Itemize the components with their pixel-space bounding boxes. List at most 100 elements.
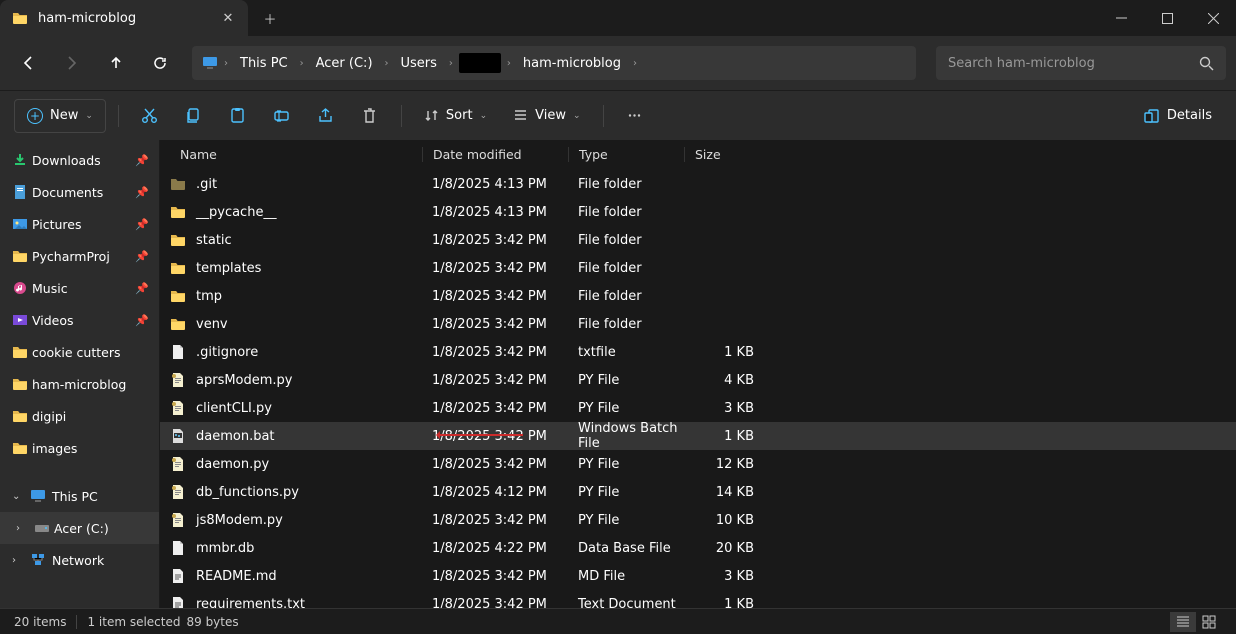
file-date: 1/8/2025 3:42 PM <box>422 317 568 332</box>
file-row[interactable]: db_functions.py 1/8/2025 4:12 PM PY File… <box>160 478 1236 506</box>
sort-button[interactable]: Sort ⌄ <box>414 99 497 133</box>
maximize-button[interactable] <box>1144 0 1190 36</box>
crumb-redacted[interactable] <box>459 53 501 73</box>
file-size: 12 KB <box>684 457 764 472</box>
file-name: .git <box>196 177 217 192</box>
file-date: 1/8/2025 3:42 PM <box>422 569 568 584</box>
sidebar-item[interactable]: ham-microblog <box>0 368 159 400</box>
sidebar-item[interactable]: cookie cutters <box>0 336 159 368</box>
more-button[interactable] <box>616 99 654 133</box>
txt-icon <box>170 568 186 584</box>
folder-dim-icon <box>170 176 186 192</box>
details-button[interactable]: Details <box>1133 102 1222 130</box>
file-row[interactable]: daemon.bat 1/8/2025 3:42 PM Windows Batc… <box>160 422 1236 450</box>
new-button[interactable]: + New ⌄ <box>14 99 106 133</box>
crumb-thispc[interactable]: This PC <box>234 52 294 75</box>
file-row[interactable]: clientCLI.py 1/8/2025 3:42 PM PY File 3 … <box>160 394 1236 422</box>
file-row[interactable]: requirements.txt 1/8/2025 3:42 PM Text D… <box>160 590 1236 608</box>
file-row[interactable]: static 1/8/2025 3:42 PM File folder <box>160 226 1236 254</box>
file-size: 20 KB <box>684 541 764 556</box>
folder-icon <box>12 408 28 424</box>
file-row[interactable]: templates 1/8/2025 3:42 PM File folder <box>160 254 1236 282</box>
delete-button[interactable] <box>351 99 389 133</box>
file-row[interactable]: mmbr.db 1/8/2025 4:22 PM Data Base File … <box>160 534 1236 562</box>
pin-icon: 📌 <box>135 314 149 327</box>
sidebar-item[interactable]: images <box>0 432 159 464</box>
file-date: 1/8/2025 3:42 PM <box>422 429 568 444</box>
search-input[interactable] <box>948 56 1199 71</box>
search-icon[interactable] <box>1199 56 1214 71</box>
sidebar-item-label: ham-microblog <box>32 377 126 392</box>
pin-icon: 📌 <box>135 282 149 295</box>
file-row[interactable]: README.md 1/8/2025 3:42 PM MD File 3 KB <box>160 562 1236 590</box>
view-details-toggle[interactable] <box>1170 612 1196 632</box>
breadcrumb[interactable]: › This PC › Acer (C:) › Users › › ham-mi… <box>192 46 916 80</box>
file-size: 1 KB <box>684 597 764 609</box>
sidebar-item[interactable]: Downloads📌 <box>0 144 159 176</box>
forward-button[interactable] <box>54 45 90 81</box>
column-name[interactable]: Name⌃ <box>170 147 422 162</box>
paste-button[interactable] <box>219 99 257 133</box>
folder-icon <box>170 288 186 304</box>
browser-tab[interactable]: ham-microblog ✕ <box>0 0 248 36</box>
sidebar-item[interactable]: PycharmProj📌 <box>0 240 159 272</box>
crumb-current[interactable]: ham-microblog <box>517 52 627 75</box>
file-type: File folder <box>568 261 684 276</box>
new-tab-button[interactable]: ＋ <box>248 0 292 36</box>
sidebar-drive[interactable]: › Acer (C:) <box>0 512 159 544</box>
sidebar-item[interactable]: digipi <box>0 400 159 432</box>
up-button[interactable] <box>98 45 134 81</box>
file-row[interactable]: __pycache__ 1/8/2025 4:13 PM File folder <box>160 198 1236 226</box>
minimize-button[interactable] <box>1098 0 1144 36</box>
file-row[interactable]: daemon.py 1/8/2025 3:42 PM PY File 12 KB <box>160 450 1236 478</box>
file-row[interactable]: .git 1/8/2025 4:13 PM File folder <box>160 170 1236 198</box>
chevron-right-icon[interactable]: › <box>12 555 16 566</box>
view-button[interactable]: View ⌄ <box>503 99 590 133</box>
cut-button[interactable] <box>131 99 169 133</box>
crumb-drive[interactable]: Acer (C:) <box>310 52 379 75</box>
chevron-down-icon: ⌄ <box>573 111 581 121</box>
file-name: daemon.py <box>196 457 269 472</box>
folder-icon <box>170 260 186 276</box>
column-size[interactable]: Size <box>684 147 764 162</box>
file-size: 10 KB <box>684 513 764 528</box>
column-date[interactable]: Date modified <box>422 147 568 162</box>
file-row[interactable]: js8Modem.py 1/8/2025 3:42 PM PY File 10 … <box>160 506 1236 534</box>
folder-icon <box>12 440 28 456</box>
column-type[interactable]: Type <box>568 147 684 162</box>
sidebar-this-pc[interactable]: ⌄ This PC <box>0 480 159 512</box>
copy-button[interactable] <box>175 99 213 133</box>
file-type: File folder <box>568 205 684 220</box>
crumb-users[interactable]: Users <box>395 52 443 75</box>
folder-icon <box>12 344 28 360</box>
sidebar-item[interactable]: Music📌 <box>0 272 159 304</box>
file-row[interactable]: venv 1/8/2025 3:42 PM File folder <box>160 310 1236 338</box>
search-box[interactable] <box>936 46 1226 80</box>
sidebar-network[interactable]: › Network <box>0 544 159 576</box>
rename-button[interactable] <box>263 99 301 133</box>
sidebar-item[interactable]: Pictures📌 <box>0 208 159 240</box>
file-row[interactable]: .gitignore 1/8/2025 3:42 PM txtfile 1 KB <box>160 338 1236 366</box>
close-window-button[interactable] <box>1190 0 1236 36</box>
file-name: requirements.txt <box>196 597 305 609</box>
sidebar-label: Network <box>52 553 104 568</box>
sidebar-item[interactable]: Documents📌 <box>0 176 159 208</box>
view-icon <box>513 108 528 123</box>
close-tab-icon[interactable]: ✕ <box>220 10 236 26</box>
back-button[interactable] <box>10 45 46 81</box>
file-size: 4 KB <box>684 373 764 388</box>
chevron-down-icon[interactable]: ⌄ <box>12 491 20 502</box>
file-row[interactable]: tmp 1/8/2025 3:42 PM File folder <box>160 282 1236 310</box>
share-button[interactable] <box>307 99 345 133</box>
file-type: PY File <box>568 373 684 388</box>
view-thumbnails-toggle[interactable] <box>1196 612 1222 632</box>
pin-icon: 📌 <box>135 250 149 263</box>
sidebar-item[interactable]: Videos📌 <box>0 304 159 336</box>
refresh-button[interactable] <box>142 45 178 81</box>
file-pane: Name⌃ Date modified Type Size .git 1/8/2… <box>160 140 1236 608</box>
file-row[interactable]: aprsModem.py 1/8/2025 3:42 PM PY File 4 … <box>160 366 1236 394</box>
folder-icon <box>12 10 28 26</box>
chevron-down-icon: ⌄ <box>85 111 93 121</box>
chevron-right-icon: › <box>385 58 389 69</box>
chevron-right-icon[interactable]: › <box>16 523 20 534</box>
